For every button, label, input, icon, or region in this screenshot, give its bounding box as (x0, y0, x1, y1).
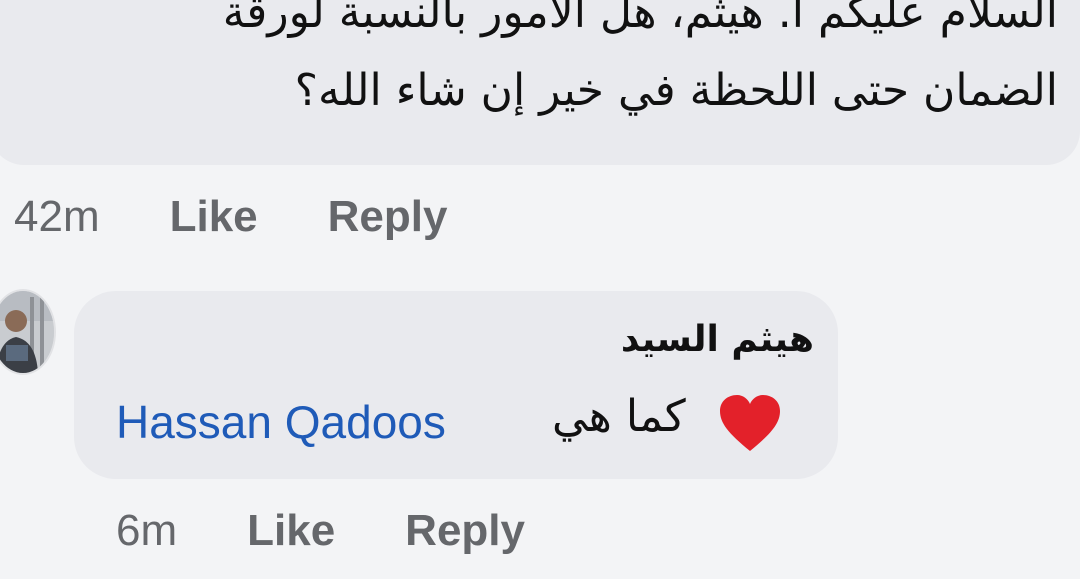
comment-text-top: السلام عليكم أ. هيثم، هل الأمور بالنسبة … (58, 0, 1058, 130)
reply-author[interactable]: هيثم السيد (621, 319, 814, 360)
mention-link[interactable]: Hassan Qadoos (116, 395, 446, 449)
avatar[interactable] (0, 289, 56, 375)
reply-timestamp: 6m (116, 506, 178, 555)
comment-actions-top: 42m Like Reply (14, 192, 447, 242)
comment-line-2: الضمان حتى اللحظة في خير إن شاء الله؟ (294, 65, 1058, 116)
comment-line-1: السلام عليكم أ. هيثم، هل الأمور بالنسبة … (222, 0, 1058, 38)
reply-button-reply[interactable]: Reply (405, 506, 525, 556)
comment-bubble-top: السلام عليكم أ. هيثم، هل الأمور بالنسبة … (0, 0, 1080, 165)
reply-button[interactable]: Reply (328, 192, 448, 242)
like-button[interactable]: Like (170, 192, 258, 242)
heart-icon (718, 393, 782, 455)
reply-text: كما هي (552, 391, 686, 442)
comment-actions-reply: 6m Like Reply (116, 506, 525, 556)
comment-thread: السلام عليكم أ. هيثم، هل الأمور بالنسبة … (0, 0, 1080, 579)
comment-timestamp: 42m (14, 192, 100, 241)
like-button-reply[interactable]: Like (247, 506, 335, 556)
reply-bubble: هيثم السيد Hassan Qadoos كما هي (74, 291, 838, 479)
reply-content: Hassan Qadoos كما هي (116, 391, 816, 451)
